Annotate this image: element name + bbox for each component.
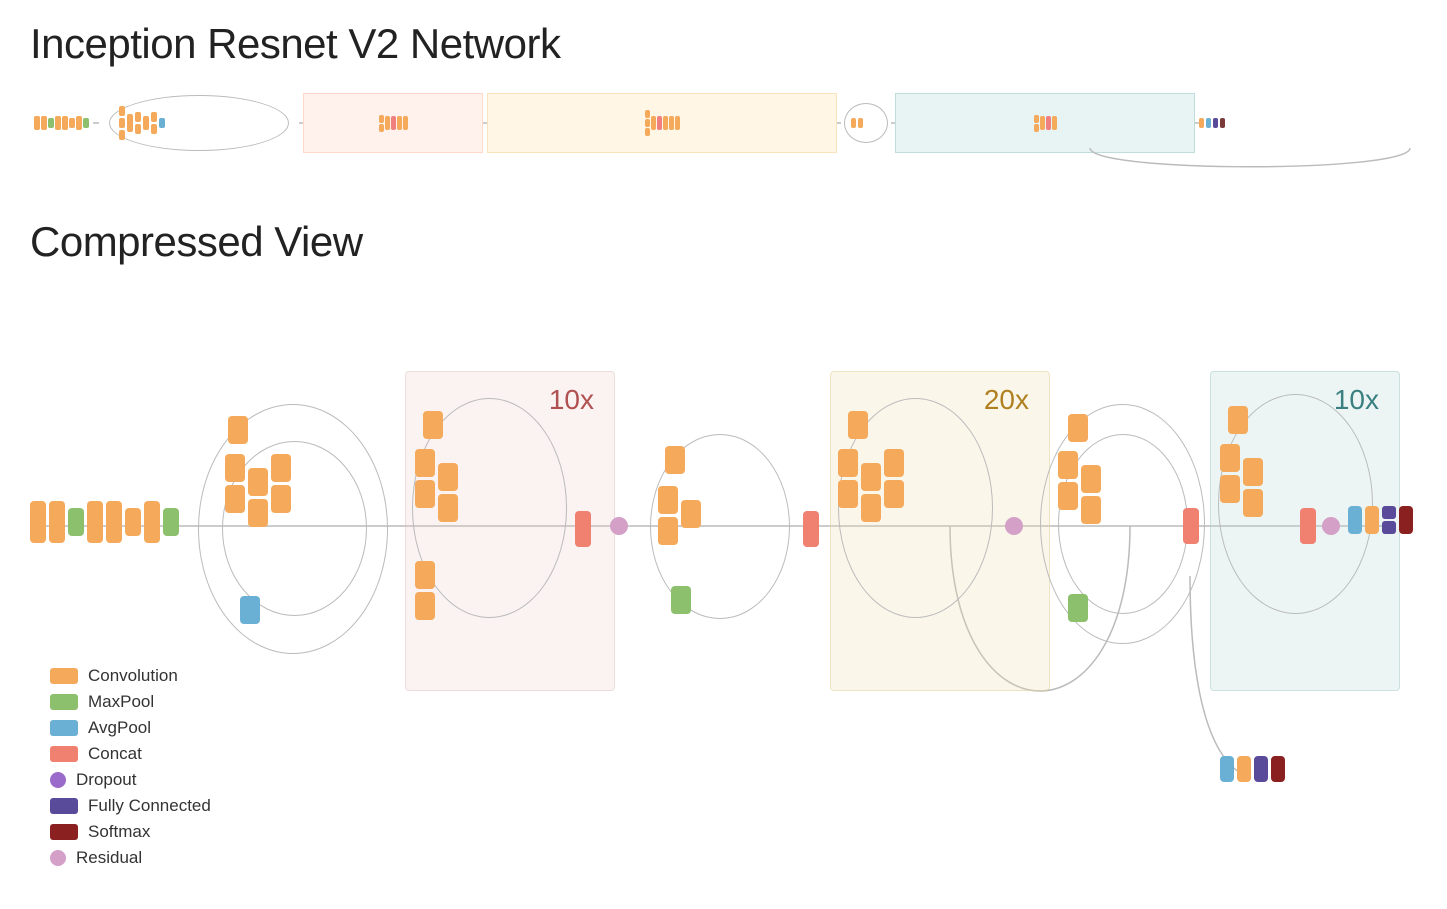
legend-label-softmax: Softmax [88,822,150,842]
node-conv-2 [49,501,65,543]
g3-concat [1183,508,1199,544]
yellow-mid-nodes [838,449,904,522]
legend-label-avgpool: AvgPool [88,718,151,738]
pink-repeat-label: 10x [549,384,594,416]
residual-dot-3 [1322,517,1340,535]
g3-mid [1058,451,1101,524]
legend-dot-dropout [50,772,66,788]
final-nodes [1348,506,1413,534]
node-conv-1 [30,501,46,543]
pink-exit-nodes [575,511,591,547]
legend-label-convolution: Convolution [88,666,178,686]
network-overview [30,78,1417,188]
node-conv-4 [106,501,122,543]
legend-label-dropout: Dropout [76,770,136,790]
legend-fully-connected: Fully Connected [50,796,211,816]
overview-strip [30,88,1417,158]
legend-swatch-concat [50,746,78,762]
pink-mid-nodes [415,449,458,522]
legend-maxpool: MaxPool [50,692,211,712]
pink-top-node [423,411,443,439]
legend-swatch-convolution [50,668,78,684]
trans1-mid [658,486,701,545]
g3-top [1068,414,1088,442]
stem-bottom-blue [240,596,260,624]
legend-label-residual: Residual [76,848,142,868]
compressed-title: Compressed View [30,218,1417,266]
trans1-exit-concat [803,511,819,547]
legend: Convolution MaxPool AvgPool Concat Dropo… [50,666,211,868]
node-maxpool-2 [163,508,179,536]
initial-nodes [30,501,179,543]
g3-bottom-green [1068,594,1088,622]
page-title: Inception Resnet V2 Network [30,20,1417,68]
legend-swatch-softmax [50,824,78,840]
trans1-bottom-green [671,586,691,614]
legend-label-fc: Fully Connected [88,796,211,816]
teal-repeat-label: 10x [1334,384,1379,416]
legend-label-maxpool: MaxPool [88,692,154,712]
legend-label-concat: Concat [88,744,142,764]
legend-residual: Residual [50,848,211,868]
legend-avgpool: AvgPool [50,718,211,738]
yellow-top-node [848,411,868,439]
node-maxpool-1 [68,508,84,536]
trans1-top [665,446,685,474]
yellow-repeat-label: 20x [984,384,1029,416]
teal-mid-nodes [1220,444,1263,517]
page-container: Inception Resnet V2 Network [0,0,1447,826]
legend-swatch-maxpool [50,694,78,710]
residual-dot-2 [1005,517,1023,535]
stem-mid [225,454,291,527]
legend-dot-residual [50,850,66,866]
compressed-section: Compressed View [30,218,1417,806]
residual-dot-1 [610,517,628,535]
compressed-canvas: 10x [30,286,1410,806]
teal-top-node [1228,406,1248,434]
pink-bottom-nodes [415,561,435,620]
teal-concat [1300,508,1316,544]
node-conv-3 [87,501,103,543]
stem-top-col [228,416,248,444]
node-conv-5 [125,508,141,536]
legend-swatch-avgpool [50,720,78,736]
legend-dropout: Dropout [50,770,211,790]
node-conv-6 [144,501,160,543]
legend-convolution: Convolution [50,666,211,686]
legend-concat: Concat [50,744,211,764]
bottom-final-nodes [1220,756,1285,782]
legend-softmax: Softmax [50,822,211,842]
ov-initial-nodes [34,116,89,130]
legend-swatch-fc [50,798,78,814]
